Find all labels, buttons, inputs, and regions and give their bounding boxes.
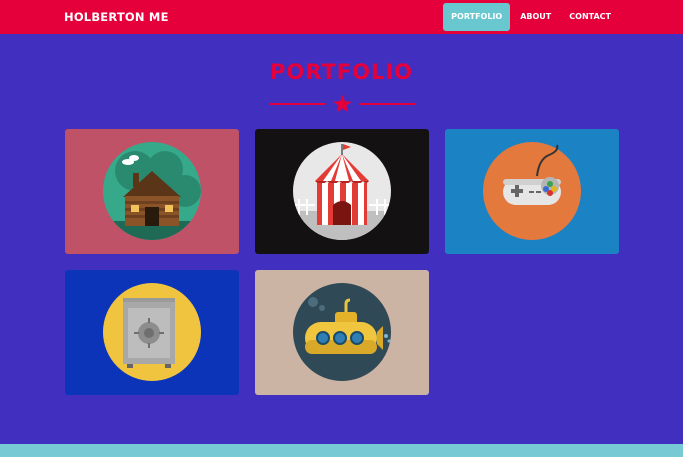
portfolio-item-submarine[interactable]	[255, 270, 429, 395]
nav-link-portfolio[interactable]: PORTFOLIO	[443, 3, 511, 31]
portfolio-item-safe[interactable]	[65, 270, 239, 395]
title-divider	[270, 95, 415, 113]
portfolio-item-cabin[interactable]	[65, 129, 239, 254]
nav-link-contact[interactable]: CONTACT	[561, 3, 619, 31]
cabin-icon	[65, 129, 239, 254]
safe-icon	[65, 270, 239, 395]
nav-link-about[interactable]: ABOUT	[512, 3, 559, 31]
divider-line-left	[270, 103, 325, 105]
star-icon	[333, 95, 352, 113]
circus-tent-icon	[255, 129, 429, 254]
footer-bar	[0, 444, 683, 457]
nav-menu: PORTFOLIO ABOUT CONTACT	[443, 3, 619, 31]
navbar: HOLBERTON ME PORTFOLIO ABOUT CONTACT	[0, 0, 683, 34]
portfolio-item-circus[interactable]	[255, 129, 429, 254]
portfolio-item-controller[interactable]	[445, 129, 619, 254]
page-title: PORTFOLIO	[269, 60, 414, 84]
submarine-icon	[255, 270, 429, 395]
divider-line-right	[360, 103, 415, 105]
brand-link[interactable]: HOLBERTON ME	[64, 10, 169, 24]
game-controller-icon	[445, 129, 619, 254]
